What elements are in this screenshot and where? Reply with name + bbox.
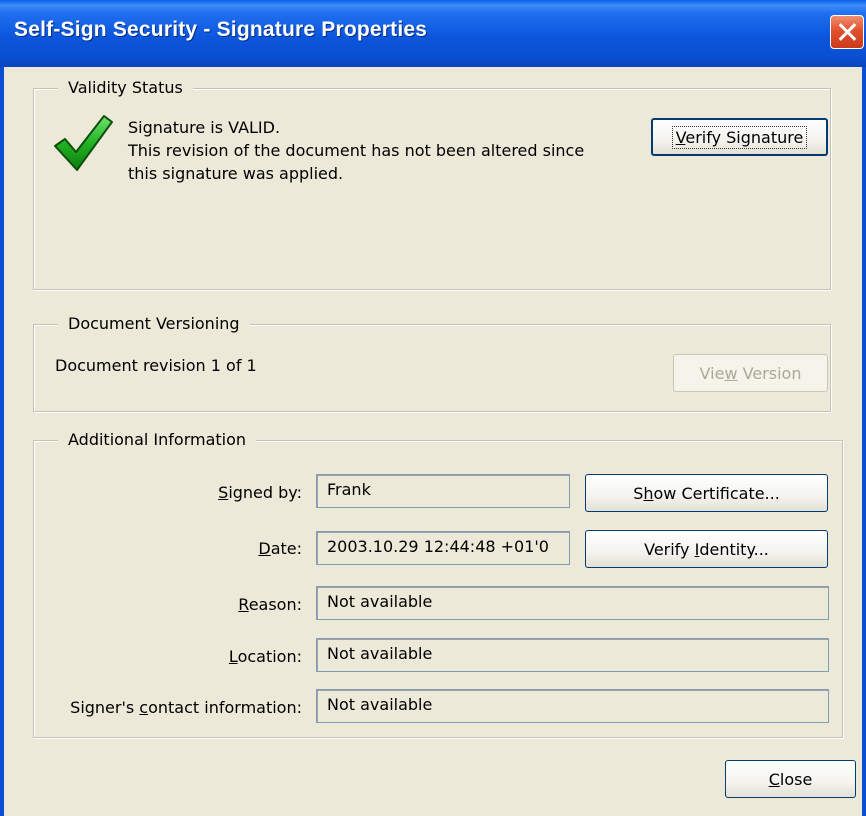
close-button-label: Close bbox=[769, 770, 813, 789]
validity-status-line-1: Signature is VALID. bbox=[128, 118, 281, 137]
contact-information-label: Signer's contact information: bbox=[70, 698, 302, 717]
signature-properties-dialog: Self-Sign Security - Signature Propertie… bbox=[0, 0, 866, 816]
close-button-mnemonic: C bbox=[768, 769, 780, 789]
validity-status-label: Validity Status bbox=[58, 77, 193, 99]
contact-information-field[interactable]: Not available bbox=[316, 689, 829, 723]
verify-signature-label: Verify Signature bbox=[671, 125, 808, 149]
reason-label: Reason: bbox=[238, 595, 302, 614]
window-title: Self-Sign Security - Signature Propertie… bbox=[14, 18, 428, 41]
contact-information-label-pre: Signer's bbox=[70, 698, 140, 717]
show-certificate-mnemonic: h bbox=[643, 483, 654, 503]
validity-status-line-2: This revision of the document has not be… bbox=[128, 141, 585, 160]
close-button[interactable]: Close bbox=[725, 760, 856, 798]
view-version-label-pre: Vie bbox=[699, 363, 725, 383]
document-revision-text: Document revision 1 of 1 bbox=[55, 356, 257, 375]
location-label: Location: bbox=[229, 647, 302, 666]
date-label-post: ate: bbox=[270, 539, 302, 558]
show-certificate-label-post: ow Certificate... bbox=[653, 483, 780, 503]
view-version-mnemonic: w bbox=[724, 363, 738, 383]
reason-label-post: eason: bbox=[248, 595, 302, 614]
close-icon[interactable] bbox=[830, 15, 864, 49]
verify-signature-label-post: erify Signature bbox=[685, 127, 804, 147]
signed-by-mnemonic: S bbox=[218, 483, 229, 502]
signed-by-field[interactable]: Frank bbox=[316, 474, 570, 508]
verify-identity-label-post: dentity... bbox=[699, 539, 769, 559]
checkmark-icon bbox=[54, 115, 113, 171]
reason-field[interactable]: Not available bbox=[316, 586, 829, 620]
date-field[interactable]: 2003.10.29 12:44:48 +01'0 bbox=[316, 531, 570, 565]
validity-status-line-3: this signature was applied. bbox=[128, 164, 344, 183]
verify-signature-button[interactable]: Verify Signature bbox=[651, 118, 828, 156]
title-bar[interactable]: Self-Sign Security - Signature Propertie… bbox=[0, 0, 866, 67]
view-version-button[interactable]: View Version bbox=[673, 354, 828, 392]
document-versioning-label: Document Versioning bbox=[58, 313, 250, 335]
window-frame-left bbox=[0, 67, 4, 816]
reason-mnemonic: R bbox=[238, 595, 249, 614]
verify-signature-mnemonic: V bbox=[675, 127, 686, 147]
view-version-label-post: Version bbox=[737, 363, 802, 383]
location-field[interactable]: Not available bbox=[316, 638, 829, 672]
close-button-label-post: lose bbox=[779, 769, 813, 789]
date-mnemonic: D bbox=[258, 539, 271, 558]
location-label-post: ocation: bbox=[237, 647, 302, 666]
show-certificate-button[interactable]: Show Certificate... bbox=[585, 474, 828, 512]
date-label: Date: bbox=[258, 539, 302, 558]
show-certificate-label: Show Certificate... bbox=[633, 484, 780, 503]
contact-information-mnemonic: c bbox=[139, 698, 149, 717]
view-version-label: View Version bbox=[700, 364, 802, 383]
verify-identity-label-pre: Verify bbox=[644, 539, 695, 559]
verify-identity-label: Verify Identity... bbox=[644, 540, 769, 559]
contact-information-label-post: ontact information: bbox=[148, 698, 302, 717]
signed-by-label-post: igned by: bbox=[228, 483, 302, 502]
show-certificate-label-pre: S bbox=[633, 483, 644, 503]
location-mnemonic: L bbox=[228, 647, 238, 666]
window-frame-right bbox=[862, 67, 866, 816]
signed-by-label: Signed by: bbox=[218, 483, 302, 502]
verify-identity-button[interactable]: Verify Identity... bbox=[585, 530, 828, 568]
additional-information-label: Additional Information bbox=[58, 429, 257, 451]
